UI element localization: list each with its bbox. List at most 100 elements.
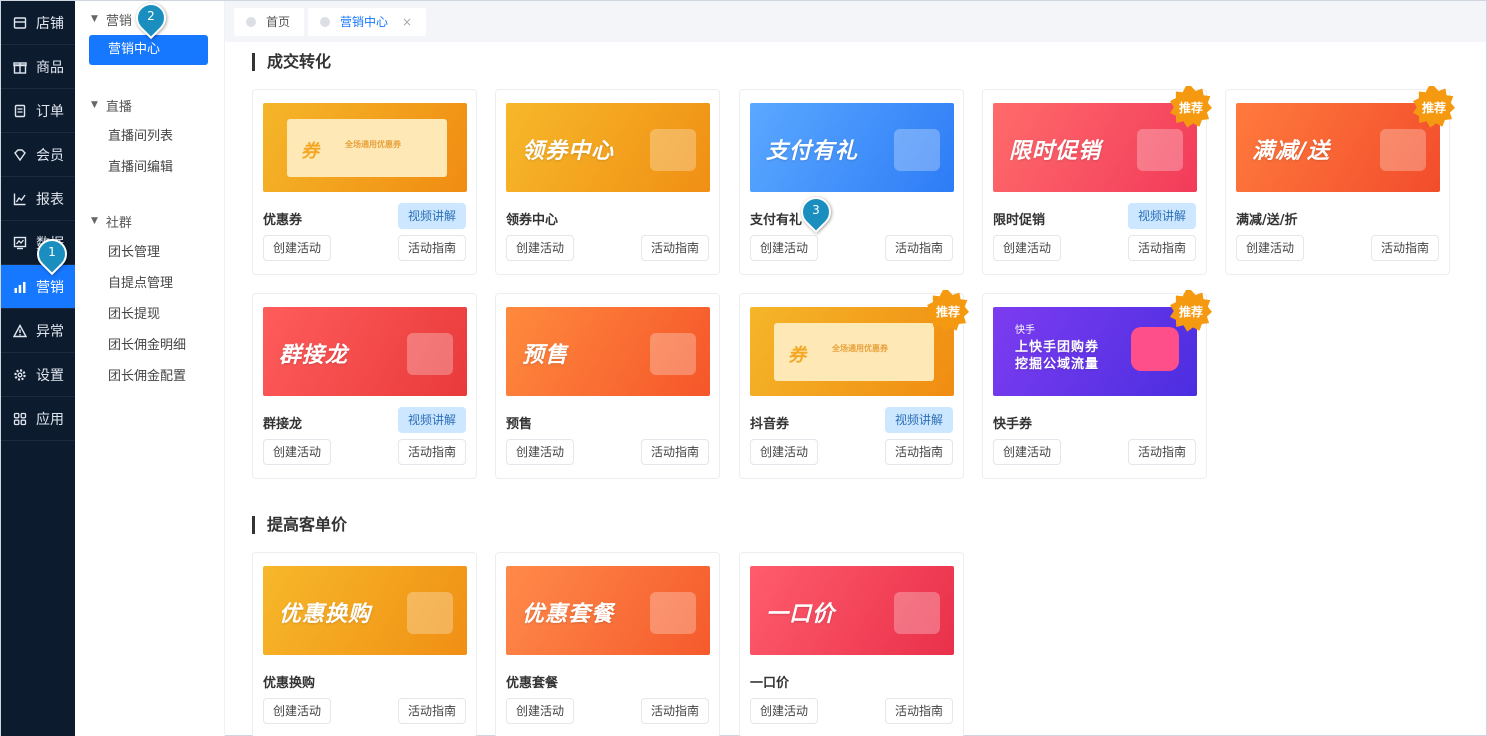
- activity-card: 优惠换购 优惠换购 创建活动 活动指南: [252, 552, 477, 736]
- sidebar-item[interactable]: 应用: [1, 397, 75, 441]
- card-title: 优惠券: [263, 213, 303, 228]
- submenu-group-label: 营销: [105, 13, 132, 29]
- activity-card: 群接龙 群接龙 视频讲解 创建活动 活动指南: [252, 293, 477, 479]
- card-banner-image[interactable]: 支付有礼: [750, 103, 954, 192]
- submenu-item[interactable]: 团长佣金明细: [75, 330, 224, 361]
- activity-guide-button[interactable]: 活动指南: [640, 698, 709, 724]
- activity-card: 快手 上快手团购券 挖掘公域流量快手券创建活动 活动指南 推荐: [982, 290, 1212, 479]
- sidebar-item[interactable]: 报表: [1, 177, 75, 221]
- create-activity-button[interactable]: 创建活动: [506, 439, 575, 465]
- report-icon: [12, 191, 28, 207]
- submenu-item[interactable]: 直播间编辑: [75, 152, 224, 183]
- sidebar-item-label: 营销: [36, 279, 64, 296]
- tab-bar: 首页 营销中心 ×: [225, 1, 1486, 42]
- data-icon: [12, 235, 28, 251]
- tab-label: 营销中心: [340, 15, 389, 29]
- activity-guide-button[interactable]: 活动指南: [1127, 439, 1196, 465]
- tab-dot-icon: [246, 16, 256, 27]
- tab-home[interactable]: 首页: [234, 7, 305, 36]
- video-tutorial-button[interactable]: 视频讲解: [397, 203, 466, 229]
- activity-guide-button[interactable]: 活动指南: [397, 235, 466, 261]
- video-tutorial-button[interactable]: 视频讲解: [397, 407, 466, 433]
- close-icon[interactable]: ×: [402, 15, 412, 29]
- submenu-item[interactable]: 团长提现: [75, 299, 224, 330]
- card-banner-image[interactable]: 券全场通用优惠券: [750, 307, 954, 396]
- activity-card: 满减/送满减/送/折创建活动 活动指南 推荐: [1225, 86, 1455, 275]
- submenu-item[interactable]: 直播间列表: [75, 121, 224, 152]
- content-area: 成交转化 提高客单价 券全场通用优惠券 优惠券 视频讲解 创建活动 活动指南 领券中心 领券…: [233, 42, 1486, 736]
- submenu-group-title[interactable]: ▼ 社群: [75, 205, 224, 237]
- activity-guide-button[interactable]: 活动指南: [884, 698, 953, 724]
- submenu-group: ▼ 直播 直播间列表 直播间编辑: [75, 89, 224, 183]
- submenu-item[interactable]: 自提点管理: [75, 268, 224, 299]
- activity-guide-button[interactable]: 活动指南: [640, 235, 709, 261]
- card-title: 优惠套餐: [506, 676, 559, 691]
- activity-guide-button[interactable]: 活动指南: [640, 439, 709, 465]
- sidebar-item[interactable]: 会员: [1, 133, 75, 177]
- card-banner-image[interactable]: 券全场通用优惠券: [263, 103, 467, 192]
- card-banner-image[interactable]: 群接龙: [263, 307, 467, 396]
- tab-dot-icon: [320, 16, 331, 27]
- card-banner-image[interactable]: 预售: [506, 307, 710, 396]
- create-activity-button[interactable]: 创建活动: [750, 698, 819, 724]
- card-banner-image[interactable]: 优惠换购: [263, 566, 467, 655]
- activity-card: 限时促销 限时促销 视频讲解 创建活动 活动指南 推荐: [982, 86, 1212, 275]
- card-banner-image[interactable]: 满减/送: [1236, 103, 1440, 192]
- submenu-group: ▼ 社群 团长管理 自提点管理 团长提现 团长佣金明细 团长佣金配置: [75, 205, 224, 392]
- store-icon: [12, 15, 28, 31]
- card-title: 限时促销: [993, 213, 1046, 228]
- card-title: 群接龙: [263, 417, 303, 432]
- activity-guide-button[interactable]: 活动指南: [1370, 235, 1439, 261]
- activity-card: 领券中心 领券中心 创建活动 活动指南: [495, 89, 720, 275]
- create-activity-button[interactable]: 创建活动: [750, 235, 819, 261]
- video-tutorial-button[interactable]: 视频讲解: [884, 407, 953, 433]
- create-activity-button[interactable]: 创建活动: [506, 698, 575, 724]
- sidebar-item[interactable]: 商品: [1, 45, 75, 89]
- submenu-group-label: 直播: [105, 99, 132, 115]
- sidebar-item-label: 商品: [36, 59, 64, 76]
- step-marker: 3: [794, 190, 838, 235]
- recommend-badge: 推荐: [1413, 86, 1455, 128]
- secondary-menu: ▼ 营销 营销中心 ▼ 直播 直播间列表 直播间编辑 ▼ 社群 团长管理 自提点管理 团长提现 团长佣金…: [75, 1, 225, 736]
- create-activity-button[interactable]: 创建活动: [263, 439, 332, 465]
- card-title: 一口价: [750, 676, 790, 691]
- sidebar-item[interactable]: 店铺: [1, 1, 75, 45]
- step-marker: 2: [129, 0, 173, 41]
- card-banner-image[interactable]: 限时促销: [993, 103, 1197, 192]
- activity-guide-button[interactable]: 活动指南: [884, 439, 953, 465]
- card-title: 快手券: [993, 417, 1033, 432]
- submenu-item[interactable]: 团长佣金配置: [75, 361, 224, 392]
- create-activity-button[interactable]: 创建活动: [263, 698, 332, 724]
- sidebar-item-label: 店铺: [36, 15, 64, 32]
- activity-guide-button[interactable]: 活动指南: [884, 235, 953, 261]
- gear-icon: [12, 367, 28, 383]
- sidebar-item-label: 设置: [36, 367, 64, 384]
- tab-marketing-center[interactable]: 营销中心 ×: [308, 7, 427, 36]
- create-activity-button[interactable]: 创建活动: [993, 439, 1062, 465]
- video-tutorial-button[interactable]: 视频讲解: [1127, 203, 1196, 229]
- card-title: 预售: [506, 417, 533, 432]
- recommend-badge: 推荐: [927, 290, 969, 332]
- activity-card: 支付有礼 支付有礼 创建活动 活动指南: [739, 89, 964, 275]
- submenu-group-title[interactable]: ▼ 直播: [75, 89, 224, 121]
- card-banner-image[interactable]: 快手 上快手团购券 挖掘公域流量: [993, 307, 1197, 396]
- card-banner-image[interactable]: 优惠套餐: [506, 566, 710, 655]
- submenu-item[interactable]: 团长管理: [75, 237, 224, 268]
- recommend-badge: 推荐: [1170, 290, 1212, 332]
- card-banner-image[interactable]: 领券中心: [506, 103, 710, 192]
- activity-guide-button[interactable]: 活动指南: [397, 439, 466, 465]
- create-activity-button[interactable]: 创建活动: [1236, 235, 1305, 261]
- sidebar-item[interactable]: 设置: [1, 353, 75, 397]
- create-activity-button[interactable]: 创建活动: [993, 235, 1062, 261]
- create-activity-button[interactable]: 创建活动: [750, 439, 819, 465]
- create-activity-button[interactable]: 创建活动: [506, 235, 575, 261]
- sidebar-item[interactable]: 异常: [1, 309, 75, 353]
- sidebar-item[interactable]: 订单: [1, 89, 75, 133]
- card-banner-image[interactable]: 一口价: [750, 566, 954, 655]
- sidebar-item-label: 订单: [36, 103, 64, 120]
- create-activity-button[interactable]: 创建活动: [263, 235, 332, 261]
- activity-guide-button[interactable]: 活动指南: [1127, 235, 1196, 261]
- activity-guide-button[interactable]: 活动指南: [397, 698, 466, 724]
- gift-icon: [12, 59, 28, 75]
- card-title: 满减/送/折: [1236, 213, 1298, 228]
